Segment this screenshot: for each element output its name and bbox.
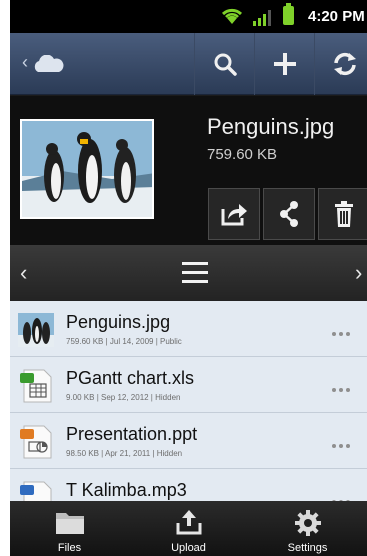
file-list: Penguins.jpg 759.60 KB | Jul 14, 2009 | …: [10, 301, 367, 501]
link-button[interactable]: [263, 188, 315, 240]
cloud-icon: [34, 55, 64, 72]
delete-button[interactable]: [318, 188, 367, 240]
image-thumb-icon: [18, 313, 54, 347]
search-button[interactable]: [194, 33, 254, 95]
preview-file-name: Penguins.jpg: [207, 114, 335, 139]
more-options-icon[interactable]: [332, 491, 360, 501]
delete-icon: [335, 201, 353, 227]
more-options-icon[interactable]: [332, 323, 360, 336]
list-item[interactable]: Presentation.ppt 98.50 KB | Apr 21, 2011…: [10, 413, 367, 469]
file-meta: 98.50 KB | Apr 21, 2011 | Hidden: [66, 449, 183, 458]
more-options-icon[interactable]: [332, 379, 360, 392]
file-preview: Penguins.jpg 759.60 KB: [10, 96, 367, 245]
file-meta: 9.00 KB | Sep 12, 2012 | Hidden: [66, 393, 181, 402]
upload-icon: [176, 510, 201, 535]
file-name: Presentation.ppt: [66, 424, 198, 444]
gear-icon: [294, 510, 321, 536]
signal-icon: [253, 10, 271, 26]
image-thumbnail[interactable]: [20, 119, 154, 219]
tab-settings[interactable]: Settings: [248, 501, 367, 556]
list-item[interactable]: T Kalimba.mp3: [10, 469, 367, 501]
spreadsheet-icon: [20, 369, 52, 403]
clock: 4:20 PM: [308, 8, 365, 25]
search-icon: [214, 53, 237, 76]
list-item[interactable]: PGantt chart.xls 9.00 KB | Sep 12, 2012 …: [10, 357, 367, 413]
add-icon: [273, 53, 296, 75]
folder-icon: [55, 513, 84, 534]
list-item[interactable]: Penguins.jpg 759.60 KB | Jul 14, 2009 | …: [10, 301, 367, 357]
back-chevron-icon: ‹: [22, 52, 28, 72]
file-name: T Kalimba.mp3: [66, 480, 187, 500]
file-name: Penguins.jpg: [66, 312, 171, 332]
menu-icon[interactable]: [182, 262, 208, 284]
next-chevron-icon[interactable]: ›: [355, 260, 362, 286]
file-name: PGantt chart.xls: [66, 368, 195, 388]
share-icon: [221, 204, 247, 226]
audio-icon: [20, 481, 52, 501]
battery-icon: [283, 3, 294, 25]
more-options-icon[interactable]: [332, 435, 360, 448]
home-button[interactable]: ‹: [10, 33, 70, 95]
status-bar: 4:20 PM: [10, 0, 367, 33]
tab-label: Settings: [287, 542, 328, 554]
tab-files[interactable]: Files: [10, 501, 129, 556]
tab-upload[interactable]: Upload: [129, 501, 248, 556]
bottom-tab-bar: Files Upload Settings: [10, 501, 367, 556]
prev-chevron-icon[interactable]: ‹: [20, 260, 27, 286]
link-icon: [280, 201, 298, 227]
preview-file-size: 759.60 KB: [207, 146, 278, 163]
file-meta: 759.60 KB | Jul 14, 2009 | Public: [66, 337, 182, 346]
tab-label: Files: [57, 542, 82, 554]
refresh-icon: [333, 52, 356, 76]
share-button[interactable]: [208, 188, 260, 240]
penguins-picture: [22, 121, 152, 217]
action-bar: ‹: [10, 33, 367, 95]
refresh-button[interactable]: [314, 33, 367, 95]
add-button[interactable]: [254, 33, 314, 95]
presentation-icon: [20, 425, 52, 459]
wifi-icon: [221, 8, 243, 24]
phone-screen: 4:20 PM ‹ Penguins.jpg 759.60 KB ‹ › Pen…: [10, 0, 367, 556]
tab-label: Upload: [171, 542, 206, 554]
navigation-strip: ‹ ›: [10, 245, 367, 301]
